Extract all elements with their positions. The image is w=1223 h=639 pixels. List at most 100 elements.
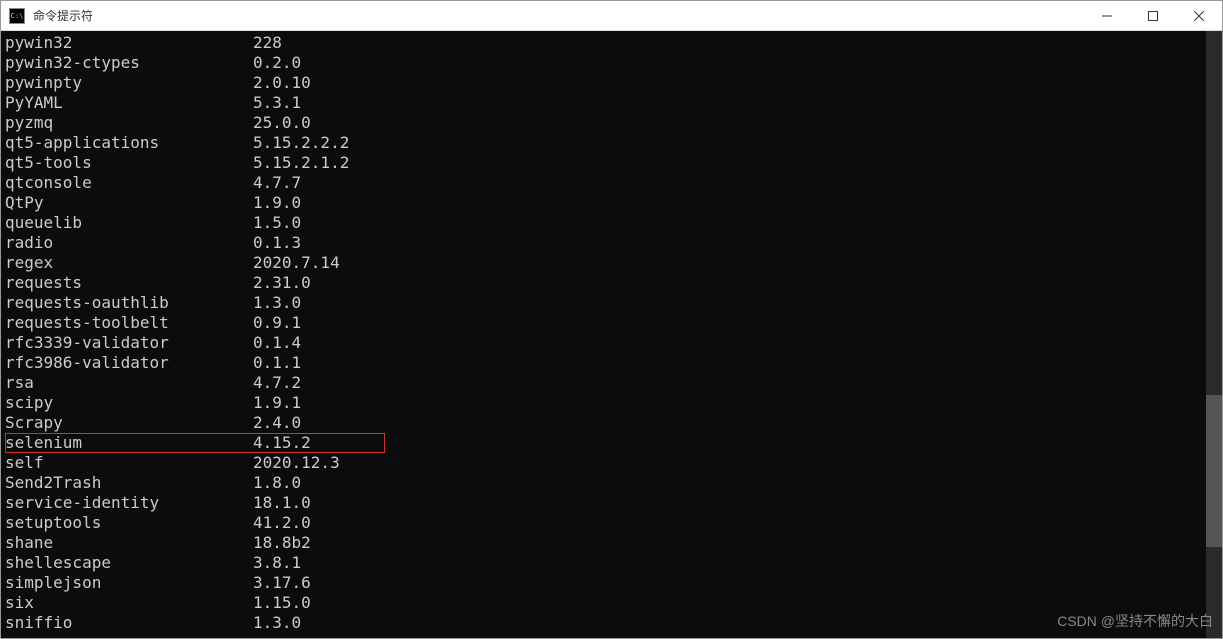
package-name: qt5-applications (5, 133, 253, 153)
package-name: requests (5, 273, 253, 293)
window-controls (1084, 1, 1222, 30)
package-version: 18.1.0 (253, 493, 311, 513)
package-version: 4.15.2 (253, 433, 311, 453)
package-row: regex2020.7.14 (5, 253, 1202, 273)
package-row: qtconsole4.7.7 (5, 173, 1202, 193)
package-row: Send2Trash1.8.0 (5, 473, 1202, 493)
package-version: 3.8.1 (253, 553, 301, 573)
package-version: 41.2.0 (253, 513, 311, 533)
titlebar[interactable]: 命令提示符 (1, 1, 1222, 31)
package-version: 1.15.0 (253, 593, 311, 613)
package-version: 0.9.1 (253, 313, 301, 333)
package-row: shellescape3.8.1 (5, 553, 1202, 573)
minimize-icon (1102, 11, 1112, 21)
package-version: 1.9.0 (253, 193, 301, 213)
package-name: rsa (5, 373, 253, 393)
package-version: 2020.12.3 (253, 453, 340, 473)
package-row: selenium4.15.2 (5, 433, 385, 453)
scrollbar[interactable] (1206, 31, 1222, 638)
package-name: shellescape (5, 553, 253, 573)
package-name: rfc3339-validator (5, 333, 253, 353)
minimize-button[interactable] (1084, 1, 1130, 30)
package-row: qt5-tools5.15.2.1.2 (5, 153, 1202, 173)
package-name: queuelib (5, 213, 253, 233)
package-version: 228 (253, 33, 282, 53)
package-version: 0.1.4 (253, 333, 301, 353)
package-name: sniffio (5, 613, 253, 633)
package-row: rfc3986-validator0.1.1 (5, 353, 1202, 373)
package-name: PyYAML (5, 93, 253, 113)
package-name: selenium (5, 433, 253, 453)
package-name: pywin32 (5, 33, 253, 53)
package-row: six1.15.0 (5, 593, 1202, 613)
package-row: pywin32228 (5, 33, 1202, 53)
package-version: 2.4.0 (253, 413, 301, 433)
package-row: Scrapy2.4.0 (5, 413, 1202, 433)
package-version: 2020.7.14 (253, 253, 340, 273)
package-name: self (5, 453, 253, 473)
terminal-container: pywin32228pywin32-ctypes0.2.0pywinpty2.0… (1, 31, 1222, 638)
package-row: requests-toolbelt0.9.1 (5, 313, 1202, 333)
package-row: sniffio1.3.0 (5, 613, 1202, 633)
package-name: rfc3986-validator (5, 353, 253, 373)
package-name: requests-oauthlib (5, 293, 253, 313)
package-row: self2020.12.3 (5, 453, 1202, 473)
package-name: setuptools (5, 513, 253, 533)
scrollbar-thumb[interactable] (1206, 395, 1222, 547)
package-row: pywin32-ctypes0.2.0 (5, 53, 1202, 73)
maximize-button[interactable] (1130, 1, 1176, 30)
package-name: requests-toolbelt (5, 313, 253, 333)
package-name: shane (5, 533, 253, 553)
package-name: qt5-tools (5, 153, 253, 173)
package-version: 2.0.10 (253, 73, 311, 93)
package-row: radio0.1.3 (5, 233, 1202, 253)
package-version: 25.0.0 (253, 113, 311, 133)
package-name: pywinpty (5, 73, 253, 93)
package-version: 0.1.3 (253, 233, 301, 253)
package-row: requests-oauthlib1.3.0 (5, 293, 1202, 313)
package-version: 5.15.2.1.2 (253, 153, 349, 173)
package-name: Send2Trash (5, 473, 253, 493)
package-name: six (5, 593, 253, 613)
package-name: radio (5, 233, 253, 253)
package-name: service-identity (5, 493, 253, 513)
package-name: qtconsole (5, 173, 253, 193)
package-version: 1.3.0 (253, 293, 301, 313)
package-row: shane18.8b2 (5, 533, 1202, 553)
package-row: scipy1.9.1 (5, 393, 1202, 413)
terminal-output[interactable]: pywin32228pywin32-ctypes0.2.0pywinpty2.0… (1, 31, 1206, 638)
package-version: 18.8b2 (253, 533, 311, 553)
package-version: 2.31.0 (253, 273, 311, 293)
package-row: rfc3339-validator0.1.4 (5, 333, 1202, 353)
package-version: 5.15.2.2.2 (253, 133, 349, 153)
package-version: 1.8.0 (253, 473, 301, 493)
cmd-icon (9, 8, 25, 24)
package-row: rsa4.7.2 (5, 373, 1202, 393)
close-button[interactable] (1176, 1, 1222, 30)
maximize-icon (1148, 11, 1158, 21)
cmd-window: 命令提示符 pywin32228pywin32-ctypes0.2.0pywin… (0, 0, 1223, 639)
package-name: simplejson (5, 573, 253, 593)
package-row: QtPy1.9.0 (5, 193, 1202, 213)
package-name: scipy (5, 393, 253, 413)
package-version: 1.9.1 (253, 393, 301, 413)
close-icon (1194, 11, 1204, 21)
package-version: 0.1.1 (253, 353, 301, 373)
package-version: 3.17.6 (253, 573, 311, 593)
package-version: 0.2.0 (253, 53, 301, 73)
package-row: qt5-applications5.15.2.2.2 (5, 133, 1202, 153)
package-row: pywinpty2.0.10 (5, 73, 1202, 93)
package-name: pyzmq (5, 113, 253, 133)
package-name: Scrapy (5, 413, 253, 433)
package-name: pywin32-ctypes (5, 53, 253, 73)
package-row: pyzmq25.0.0 (5, 113, 1202, 133)
package-row: queuelib1.5.0 (5, 213, 1202, 233)
window-title: 命令提示符 (33, 7, 1084, 24)
package-version: 5.3.1 (253, 93, 301, 113)
package-row: requests2.31.0 (5, 273, 1202, 293)
package-row: simplejson3.17.6 (5, 573, 1202, 593)
package-name: QtPy (5, 193, 253, 213)
package-version: 1.3.0 (253, 613, 301, 633)
package-name: regex (5, 253, 253, 273)
package-version: 4.7.7 (253, 173, 301, 193)
